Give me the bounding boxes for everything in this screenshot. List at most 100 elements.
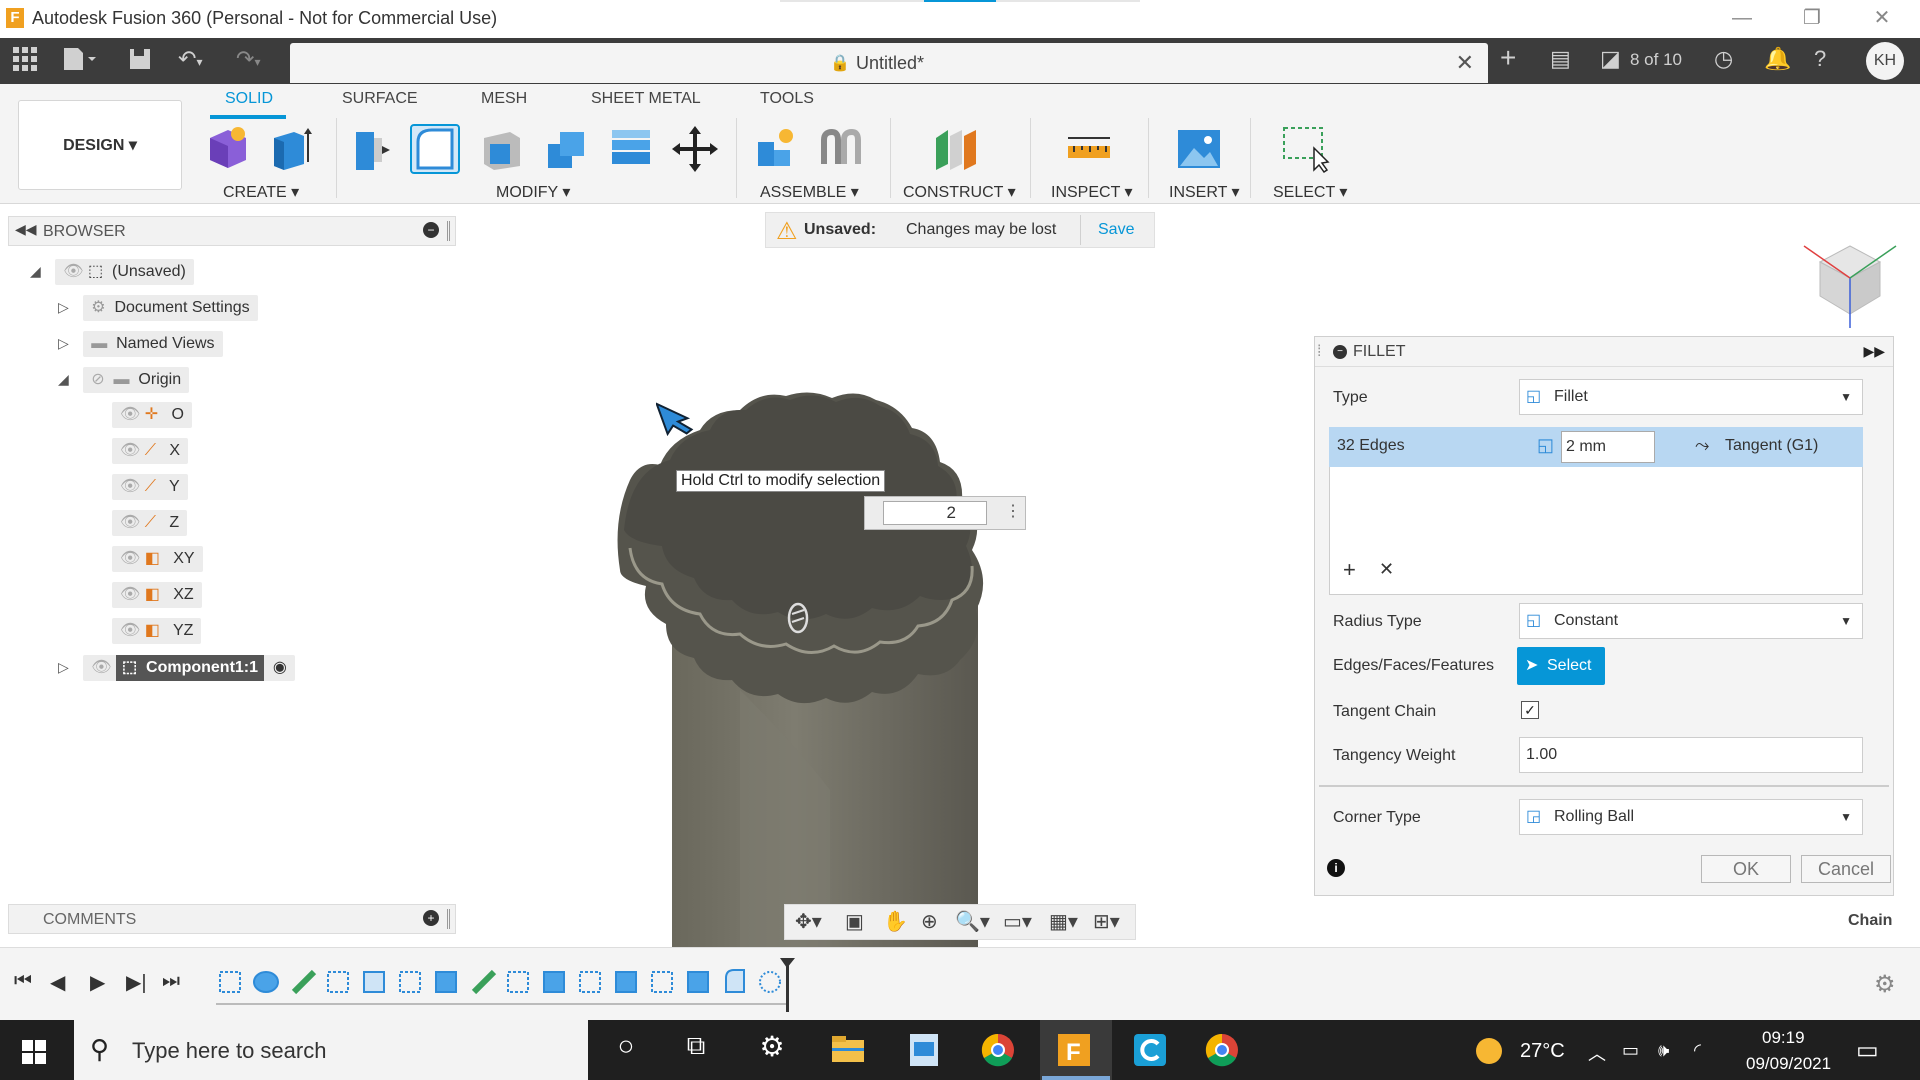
volume-icon[interactable]: 🕪 xyxy=(1658,1040,1669,1061)
origin-item-y[interactable]: 👁 ⟋ Y xyxy=(112,472,188,502)
task-view-icon[interactable]: ⧉ xyxy=(676,1030,716,1070)
drag-handle-icon[interactable]: ⁞ xyxy=(1317,343,1321,361)
battery-icon[interactable]: ▭ xyxy=(1622,1040,1639,1061)
zoom-window-icon[interactable]: 🔍▾ xyxy=(955,909,990,934)
redo-icon[interactable]: ↷▾ xyxy=(236,46,260,72)
measure-icon[interactable] xyxy=(1064,124,1114,174)
add-selection-set-icon[interactable]: + xyxy=(1343,557,1356,583)
network-icon[interactable]: ◜ xyxy=(1694,1040,1701,1061)
data-panel-grid-icon[interactable] xyxy=(12,46,38,78)
pan-hand-icon[interactable]: ✋ xyxy=(883,909,908,934)
more-options-icon[interactable]: ⋮ xyxy=(1005,501,1021,521)
tree-item-origin[interactable]: ◢ ⊘ ▬ Origin xyxy=(58,364,190,394)
3d-model-knob[interactable] xyxy=(600,370,1060,950)
cancel-button[interactable]: Cancel xyxy=(1801,855,1891,883)
view-cube[interactable] xyxy=(1800,232,1900,332)
tree-item-named-views[interactable]: ▷ ▬ Named Views xyxy=(58,328,223,358)
file-menu-icon[interactable] xyxy=(62,46,98,78)
origin-item-o[interactable]: 👁 ✛ O xyxy=(112,400,192,430)
tree-root[interactable]: ◢ 👁 ⬚ (Unsaved) xyxy=(30,256,194,286)
edges-selection-row[interactable]: 32 Edges ◱ 2 mm ⤳ Tangent (G1) xyxy=(1329,427,1863,467)
step-forward-icon[interactable]: ▶| xyxy=(126,970,147,995)
cortana-icon[interactable]: ○ xyxy=(606,1030,646,1070)
ccleaner-icon[interactable] xyxy=(1130,1030,1170,1070)
origin-item-x[interactable]: 👁 ⟋ X xyxy=(112,436,188,466)
document-tab[interactable]: 🔒 Untitled* ✕ xyxy=(290,43,1488,83)
tangent-chain-checkbox[interactable]: ✓ xyxy=(1521,701,1539,719)
hidden-eye-icon[interactable]: ⊘ xyxy=(91,371,104,388)
orbit-icon[interactable]: ✥▾ xyxy=(795,909,822,934)
press-pull-icon[interactable] xyxy=(348,124,398,174)
joint-icon[interactable] xyxy=(816,124,866,174)
zoom-icon[interactable]: ⊕ xyxy=(921,909,938,934)
new-tab-icon[interactable]: + xyxy=(1500,42,1516,74)
temperature[interactable]: 27°C xyxy=(1520,1040,1565,1063)
select-button[interactable]: ➤ Select xyxy=(1517,647,1605,685)
tree-item-component[interactable]: ▷ 👁 ⬚ Component1:1 ◉ xyxy=(58,652,295,682)
grid-settings-icon[interactable]: ▦▾ xyxy=(1049,909,1078,934)
origin-item-xy[interactable]: 👁 ◧ XY xyxy=(112,544,203,574)
notifications-bell-icon[interactable]: 🔔 xyxy=(1764,46,1791,72)
group-insert-menu[interactable]: INSERT ▾ xyxy=(1169,182,1240,202)
browser-minimize-icon[interactable]: − xyxy=(423,222,439,238)
expand-dialog-icon[interactable]: ▶▶ xyxy=(1863,343,1885,360)
clock-icon[interactable]: ◷ xyxy=(1714,46,1733,72)
minimize-icon[interactable]: — xyxy=(1722,4,1762,32)
play-icon[interactable]: ▶ xyxy=(90,970,105,995)
winrar-icon[interactable] xyxy=(904,1030,944,1070)
settings-gear-icon[interactable]: ⚙ xyxy=(752,1030,792,1070)
comments-pin-icon[interactable] xyxy=(447,909,450,929)
offset-plane-icon[interactable] xyxy=(930,124,980,174)
undo-icon[interactable]: ↶▾ xyxy=(178,46,202,72)
extensions-icon[interactable]: ◪ xyxy=(1600,46,1621,72)
close-window-icon[interactable]: ✕ xyxy=(1862,4,1902,32)
extrude-icon[interactable] xyxy=(264,124,314,174)
group-inspect-menu[interactable]: INSPECT ▾ xyxy=(1051,182,1133,202)
fillet-icon[interactable] xyxy=(410,124,460,174)
job-status-icon[interactable]: ▤ xyxy=(1550,46,1571,72)
viewports-icon[interactable]: ⊞▾ xyxy=(1093,909,1120,934)
origin-item-z[interactable]: 👁 ⟋ Z xyxy=(112,508,188,538)
combine-icon[interactable] xyxy=(542,124,592,174)
step-back-icon[interactable]: ◀ xyxy=(50,970,65,995)
radius-type-dropdown[interactable]: ◱ Constant ▼ xyxy=(1519,603,1863,639)
browser-pin-icon[interactable] xyxy=(447,221,450,241)
remove-selection-set-icon[interactable]: ✕ xyxy=(1379,559,1394,580)
group-modify-menu[interactable]: MODIFY ▾ xyxy=(496,182,570,202)
activate-radio-icon[interactable]: ◉ xyxy=(273,659,287,676)
go-to-end-icon[interactable]: ⏭ xyxy=(162,970,180,993)
type-dropdown[interactable]: ◱ Fillet ▼ xyxy=(1519,379,1863,415)
save-link[interactable]: Save xyxy=(1098,221,1134,239)
windows-start-icon[interactable] xyxy=(22,1040,46,1064)
select-window-icon[interactable] xyxy=(1280,124,1330,174)
origin-item-xz[interactable]: 👁 ◧ XZ xyxy=(112,580,202,610)
origin-item-yz[interactable]: 👁 ◧ YZ xyxy=(112,616,202,646)
chrome-icon[interactable] xyxy=(978,1030,1018,1070)
notification-center-icon[interactable]: ▭ xyxy=(1856,1036,1879,1065)
continuity-value[interactable]: Tangent (G1) xyxy=(1725,437,1818,455)
timeline-features[interactable] xyxy=(216,956,796,1012)
radius-field[interactable]: 2 mm xyxy=(1561,431,1655,463)
tab-sheet-metal[interactable]: SHEET METAL xyxy=(591,90,701,108)
add-comment-icon[interactable]: + xyxy=(423,910,439,926)
save-icon[interactable] xyxy=(128,46,152,78)
move-copy-icon[interactable] xyxy=(670,124,720,174)
workspace-switcher-button[interactable]: DESIGN ▾ xyxy=(18,100,182,190)
help-icon[interactable]: ? xyxy=(1814,46,1826,72)
new-component-icon[interactable] xyxy=(202,124,252,174)
corner-type-dropdown[interactable]: ◲ Rolling Ball ▼ xyxy=(1519,799,1863,835)
tab-surface[interactable]: SURFACE xyxy=(342,90,418,108)
shell-icon[interactable] xyxy=(476,124,526,174)
version-count[interactable]: 8 of 10 xyxy=(1630,50,1682,70)
go-to-start-icon[interactable]: ⏮ xyxy=(14,970,32,993)
offset-face-icon[interactable] xyxy=(606,124,656,174)
tab-tools[interactable]: TOOLS xyxy=(760,90,814,108)
close-tab-icon[interactable]: ✕ xyxy=(1456,50,1474,76)
display-settings-icon[interactable]: ▭▾ xyxy=(1003,909,1032,934)
radius-input[interactable]: 2 xyxy=(883,501,987,525)
tray-chevron-icon[interactable]: ︿ xyxy=(1588,1040,1606,1066)
timeline-settings-gear-icon[interactable]: ⚙ xyxy=(1874,970,1896,999)
tab-solid[interactable]: SOLID xyxy=(225,90,273,108)
chrome-icon-2[interactable] xyxy=(1202,1030,1242,1070)
tangency-weight-input[interactable]: 1.00 xyxy=(1519,737,1863,773)
